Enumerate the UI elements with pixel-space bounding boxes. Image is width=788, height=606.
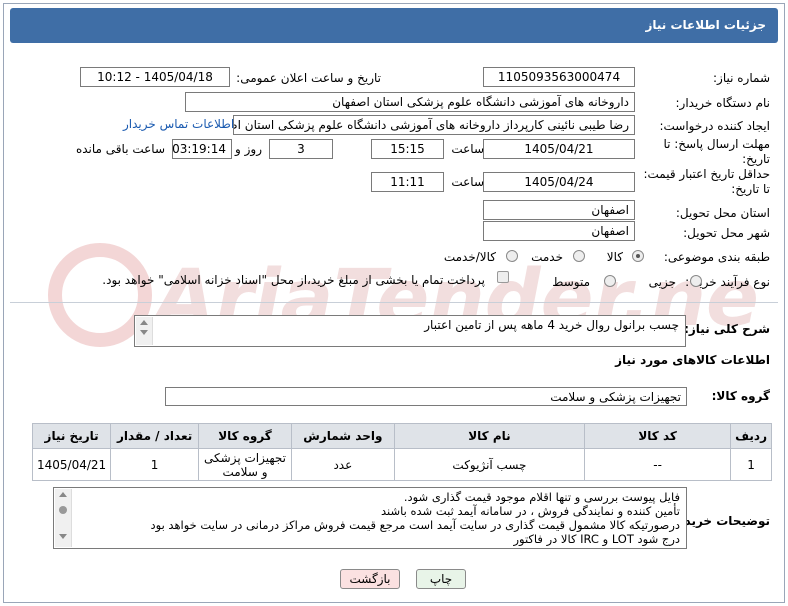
requester-label: ایجاد کننده درخواست: bbox=[659, 119, 770, 133]
validity-time-field: 11:11 bbox=[371, 172, 444, 192]
back-button[interactable]: بازگشت bbox=[340, 569, 400, 589]
cell-code: -- bbox=[584, 448, 732, 481]
buyer-note-line: تأمین کننده و نمایندگی فروش ، در سامانه … bbox=[380, 504, 680, 518]
goods-info-title: اطلاعات کالاهای مورد نیاز bbox=[615, 353, 770, 367]
validity-time-label: ساعت bbox=[451, 175, 484, 189]
category-option-service: خدمت bbox=[531, 250, 563, 264]
validity-label: حداقل تاریخ اعتبار قیمت: bbox=[643, 167, 770, 181]
need-number-field: 1105093563000474 bbox=[483, 67, 635, 87]
buyer-notes-textarea[interactable]: فایل پیوست بررسی و تنها اقلام موجود قیمت… bbox=[53, 487, 687, 549]
category-radio-service[interactable] bbox=[573, 250, 585, 262]
validity-date-field: 1405/04/24 bbox=[483, 172, 635, 192]
city-field: اصفهان bbox=[483, 221, 635, 241]
col-name: نام کالا bbox=[393, 423, 586, 449]
process-radio-medium[interactable] bbox=[604, 275, 616, 287]
buyer-note-line: درصورتیکه کالا مشمول قیمت گذاری در سایت … bbox=[150, 518, 680, 532]
buyer-contact-link[interactable]: اطلاعات تماس خریدار bbox=[123, 117, 234, 131]
general-desc-label: شرح کلی نیاز: bbox=[684, 322, 770, 336]
category-label: طبقه بندی موضوعی: bbox=[663, 250, 770, 264]
process-option-minor: جزیی bbox=[648, 275, 676, 289]
deadline-time-label: ساعت bbox=[451, 142, 484, 156]
validity-label-date: تا تاریخ: bbox=[731, 182, 770, 196]
buyer-org-label: نام دستگاه خریدار: bbox=[675, 96, 771, 110]
table-header-row: ردیف کد کالا نام کالا واحد شمارش گروه کا… bbox=[31, 423, 772, 449]
cell-qty: 1 bbox=[110, 448, 200, 481]
general-desc-textarea[interactable]: چسب برانول روال خرید 4 ماهه پس از تامین … bbox=[134, 315, 686, 347]
category-radio-goods[interactable] bbox=[632, 250, 644, 262]
process-option-medium: متوسط bbox=[552, 275, 590, 289]
cell-name: چسب آنژیوکت bbox=[393, 448, 586, 481]
col-group: گروه کالا bbox=[198, 423, 292, 449]
buyer-note-line: فایل پیوست بررسی و تنها اقلام موجود قیمت… bbox=[403, 490, 680, 504]
city-label: شهر محل تحویل: bbox=[683, 226, 770, 240]
province-label: استان محل تحویل: bbox=[675, 206, 770, 220]
col-qty: تعداد / مقدار bbox=[110, 423, 200, 449]
payment-note: پرداخت تمام یا بخشی از مبلغ خرید،از محل … bbox=[102, 273, 485, 287]
need-number-label: شماره نیاز: bbox=[713, 71, 770, 85]
days-label: روز و bbox=[235, 142, 262, 156]
category-option-goods: کالا bbox=[606, 250, 623, 264]
deadline-date-field: 1405/04/21 bbox=[483, 139, 635, 159]
remaining-label: ساعت باقی مانده bbox=[75, 142, 165, 156]
category-radio-goods-service[interactable] bbox=[506, 250, 518, 262]
announce-label: تاریخ و ساعت اعلان عمومی: bbox=[236, 71, 381, 85]
scroll-up-icon[interactable] bbox=[59, 492, 67, 497]
goods-table: ردیف کد کالا نام کالا واحد شمارش گروه کا… bbox=[31, 423, 772, 481]
scroll-down-icon[interactable] bbox=[140, 330, 148, 335]
divider bbox=[10, 302, 778, 303]
process-radio-minor[interactable] bbox=[690, 275, 702, 287]
requester-field: رضا طیبی نائینی کارپرداز داروخانه های آم… bbox=[233, 115, 635, 135]
col-date: تاریخ نیاز bbox=[31, 423, 112, 449]
scroll-down-icon[interactable] bbox=[59, 534, 67, 539]
print-button[interactable]: چاپ bbox=[416, 569, 466, 589]
buyer-note-line: درج شود LOT و IRC کالا در فاکتور bbox=[513, 532, 680, 546]
scroll-thumb-icon[interactable] bbox=[59, 506, 67, 514]
scroll-up-icon[interactable] bbox=[140, 320, 148, 325]
col-unit: واحد شمارش bbox=[290, 423, 395, 449]
announce-datetime-field: 1405/04/18 - 10:12 bbox=[80, 67, 230, 87]
goods-group-label: گروه کالا: bbox=[711, 389, 770, 403]
general-desc-scrollbar[interactable] bbox=[136, 317, 153, 345]
cell-date: 1405/04/21 bbox=[31, 448, 112, 481]
general-desc-text: چسب برانول روال خرید 4 ماهه پس از تامین … bbox=[424, 318, 679, 332]
province-field: اصفهان bbox=[483, 200, 635, 220]
deadline-time-field: 15:15 bbox=[371, 139, 444, 159]
goods-group-field: تجهیزات پزشکی و سلامت bbox=[165, 387, 687, 406]
days-field: 3 bbox=[269, 139, 333, 159]
cell-unit: عدد bbox=[290, 448, 395, 481]
remaining-time-field: 03:19:14 bbox=[172, 139, 232, 159]
category-option-goods-service: کالا/خدمت bbox=[443, 250, 496, 264]
page-header: جزئیات اطلاعات نیاز bbox=[10, 8, 778, 43]
deadline-label: مهلت ارسال پاسخ: تا bbox=[663, 137, 770, 151]
buyer-org-field: داروخانه های آموزشی دانشگاه علوم پزشکی ا… bbox=[185, 92, 635, 112]
page-title: جزئیات اطلاعات نیاز bbox=[645, 18, 766, 32]
cell-row: 1 bbox=[730, 448, 772, 481]
cell-group: تجهیزات پزشکی و سلامت bbox=[198, 448, 292, 481]
col-row: ردیف bbox=[730, 423, 772, 449]
treasury-payment-checkbox[interactable] bbox=[497, 271, 509, 283]
col-code: کد کالا bbox=[584, 423, 732, 449]
deadline-label-date: تاریخ: bbox=[742, 152, 770, 166]
buyer-notes-scrollbar[interactable] bbox=[55, 489, 72, 547]
table-row: 1 -- چسب آنژیوکت عدد تجهیزات پزشکی و سلا… bbox=[31, 448, 772, 481]
